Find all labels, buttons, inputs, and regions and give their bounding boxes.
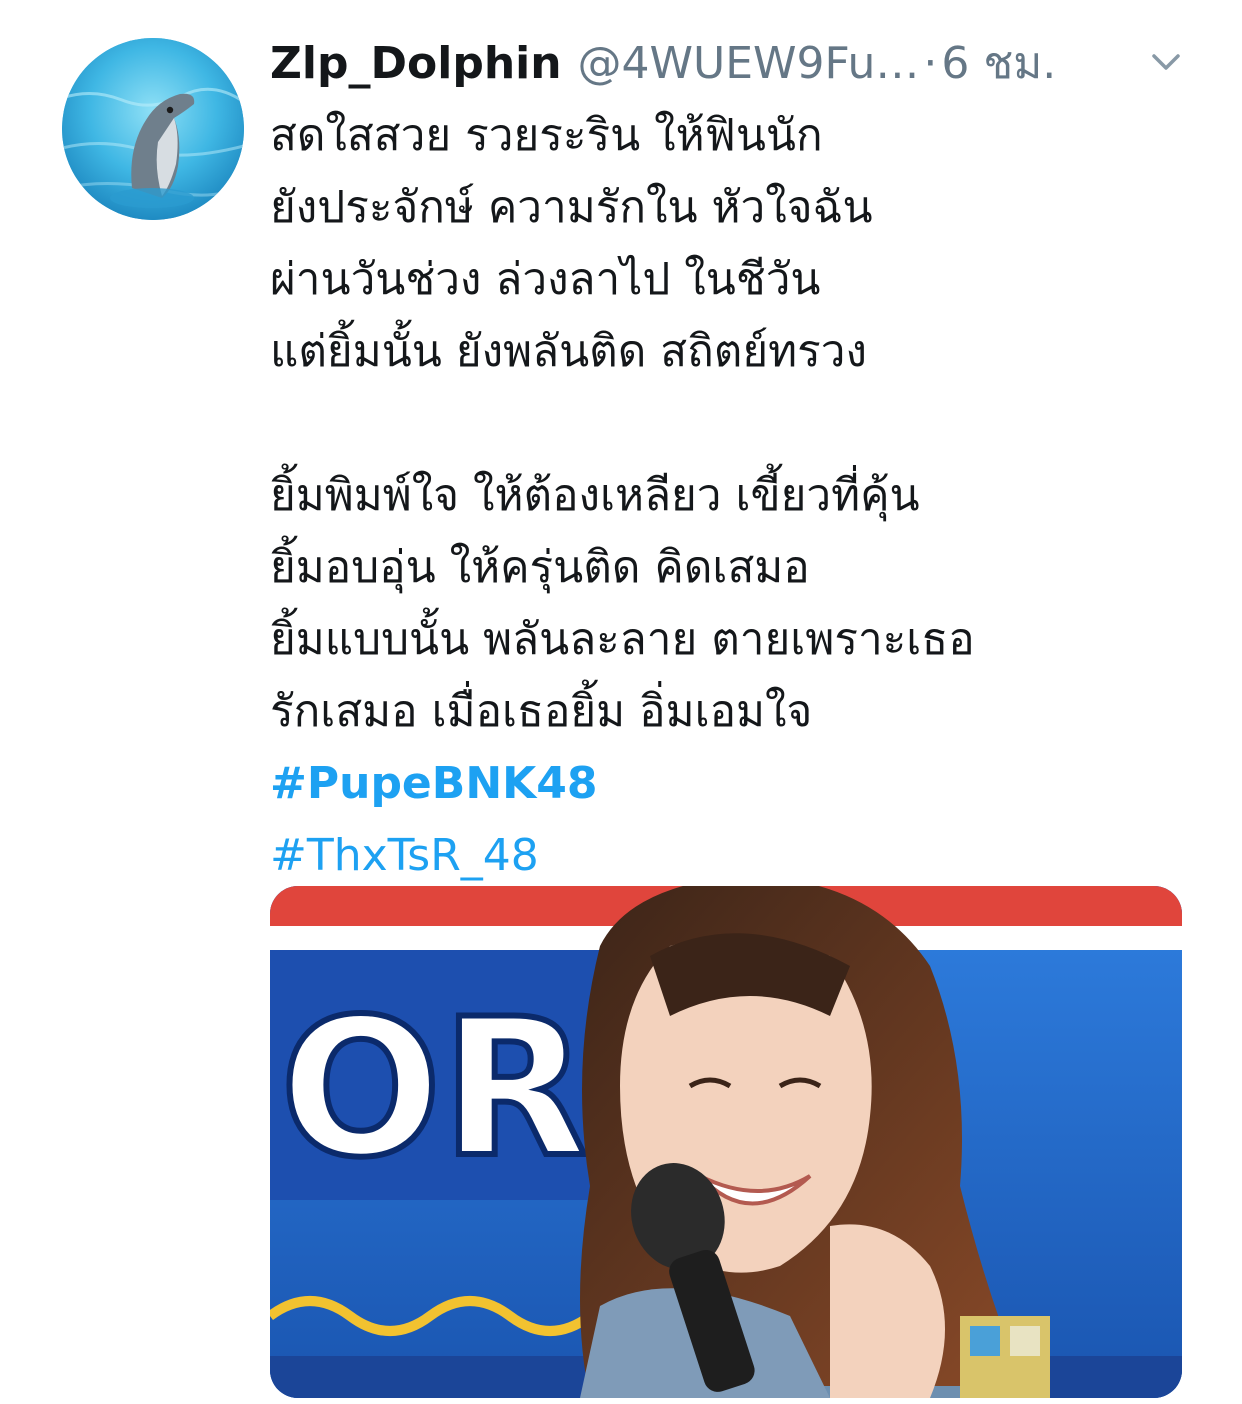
dolphin-avatar-icon: [62, 38, 244, 220]
hashtag-link[interactable]: #PupeBNK48: [270, 748, 1200, 820]
timestamp[interactable]: 6 ชม.: [941, 28, 1056, 98]
tweet-media-image[interactable]: OR YO: [270, 886, 1182, 1398]
avatar[interactable]: [62, 38, 244, 220]
poem-line: แต่ยิ้มนั้น ยังพลันติด สถิตย์ทรวง: [270, 326, 867, 377]
poem-line: ยิ้มพิมพ์ใจ ให้ต้องเหลียว เขี้ยวที่คุ้น: [270, 470, 920, 521]
photo: OR YO: [270, 886, 1182, 1398]
user-handle[interactable]: @4WUEW9Fu…: [578, 38, 920, 89]
poem-line: ยิ้มแบบนั้น พลันละลาย ตายเพราะเธอ: [270, 614, 975, 665]
poem-line: สดใสสวย รวยระริน ให้ฟินนัก: [270, 110, 823, 161]
poem-line: ผ่านวันช่วง ล่วงลาไป ในชีวัน: [270, 254, 821, 305]
hashtag-link[interactable]: #ThxTsR_48: [270, 820, 1200, 892]
tweet-text: สดใสสวย รวยระริน ให้ฟินนัก ยังประจักษ์ ค…: [270, 100, 1200, 892]
poem-line: ยังประจักษ์ ความรักใน หัวใจฉัน: [270, 182, 873, 233]
display-name[interactable]: Zlp_Dolphin: [270, 38, 562, 89]
poem-line: รักเสมอ เมื่อเธอยิ้ม อิ่มเอมใจ: [270, 686, 813, 737]
chevron-down-icon[interactable]: [1146, 42, 1186, 82]
poem-line: ยิ้มอบอุ่น ให้ครุ่นติด คิดเสมอ: [270, 542, 810, 593]
tweet-header: Zlp_Dolphin @4WUEW9Fu… · 6 ชม.: [270, 34, 1200, 92]
separator-dot: ·: [923, 37, 938, 89]
